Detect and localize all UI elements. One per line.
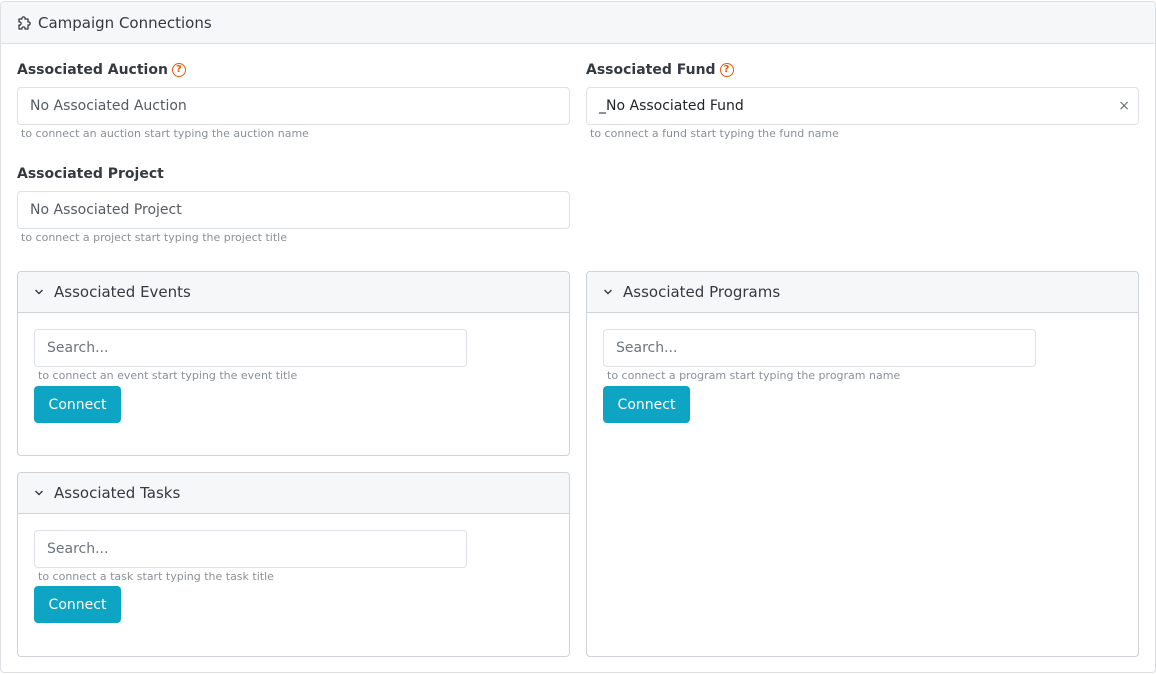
tasks-panel-title: Associated Tasks bbox=[54, 484, 181, 502]
programs-panel-header[interactable]: Associated Programs bbox=[587, 272, 1138, 313]
auction-help-text: to connect an auction start typing the a… bbox=[21, 127, 309, 140]
chevron-down-icon bbox=[604, 289, 612, 295]
help-icon[interactable]: ? bbox=[171, 63, 186, 77]
events-panel-title: Associated Events bbox=[54, 283, 191, 301]
auction-input[interactable]: No Associated Auction bbox=[17, 87, 570, 125]
clear-icon[interactable]: × bbox=[1118, 98, 1130, 114]
tasks-help-text: to connect a task start typing the task … bbox=[38, 570, 274, 583]
tasks-panel: Associated Tasks Search... to connect a … bbox=[17, 472, 570, 657]
project-help-text: to connect a project start typing the pr… bbox=[21, 231, 287, 244]
programs-connect-button[interactable]: Connect bbox=[603, 386, 690, 423]
chevron-down-icon bbox=[35, 289, 43, 295]
programs-help-text: to connect a program start typing the pr… bbox=[607, 369, 901, 382]
tasks-panel-header[interactable]: Associated Tasks bbox=[18, 473, 569, 514]
project-label: Associated Project bbox=[17, 166, 164, 182]
programs-search-input[interactable]: Search... bbox=[603, 329, 1036, 367]
events-connect-button[interactable]: Connect bbox=[34, 386, 121, 423]
events-help-text: to connect an event start typing the eve… bbox=[38, 369, 298, 382]
auction-label: Associated Auction ? bbox=[17, 62, 186, 78]
card-header: Campaign Connections bbox=[1, 2, 1155, 44]
fund-label: Associated Fund ? bbox=[586, 62, 734, 78]
programs-panel: Associated Programs Search... to connect… bbox=[586, 271, 1139, 657]
programs-panel-title: Associated Programs bbox=[623, 283, 781, 301]
project-input[interactable]: No Associated Project bbox=[17, 191, 570, 229]
events-search-input[interactable]: Search... bbox=[34, 329, 467, 367]
puzzle-icon bbox=[18, 15, 31, 30]
fund-help-text: to connect a fund start typing the fund … bbox=[590, 127, 839, 140]
chevron-down-icon bbox=[35, 490, 43, 496]
tasks-connect-button[interactable]: Connect bbox=[34, 586, 121, 623]
help-icon[interactable]: ? bbox=[719, 63, 734, 77]
events-panel: Associated Events Search... to connect a… bbox=[17, 271, 570, 456]
tasks-search-input[interactable]: Search... bbox=[34, 530, 467, 568]
fund-input[interactable]: _No Associated Fund × bbox=[586, 87, 1139, 125]
card-title: Campaign Connections bbox=[38, 13, 212, 32]
events-panel-header[interactable]: Associated Events bbox=[18, 272, 569, 313]
